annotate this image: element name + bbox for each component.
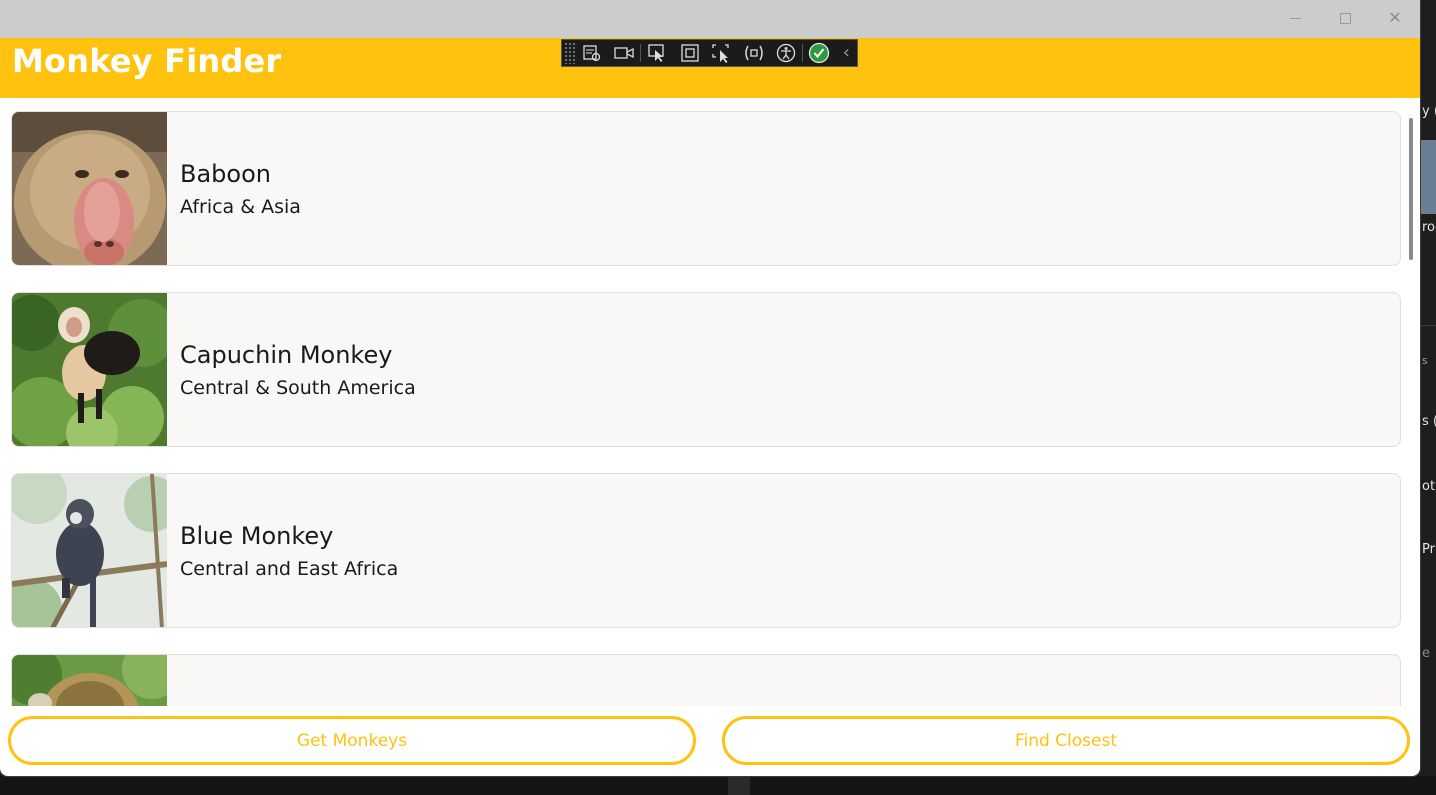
squirrel-monkey-photo xyxy=(12,655,167,706)
monkey-location: Central and East Africa xyxy=(180,558,399,580)
track-focused-element-icon xyxy=(711,43,733,63)
page-title: Monkey Finder xyxy=(12,42,282,80)
close-icon: ✕ xyxy=(1388,8,1402,27)
background-text: s ( xyxy=(1422,414,1436,429)
background-text: ot xyxy=(1422,479,1436,494)
accessibility-button[interactable] xyxy=(770,40,802,66)
video-camera-icon xyxy=(613,45,635,61)
xaml-debug-toolbar: ‹ xyxy=(561,39,858,67)
monkey-card[interactable]: Blue Monkey Central and East Africa xyxy=(11,473,1401,628)
minimize-icon xyxy=(1289,17,1301,19)
background-text: y ( xyxy=(1422,104,1436,119)
display-layout-adorners-icon xyxy=(680,43,700,63)
background-text: s xyxy=(1422,354,1428,367)
monkey-location: Africa & Asia xyxy=(180,196,301,218)
record-button[interactable] xyxy=(608,40,640,66)
monkey-name: Capuchin Monkey xyxy=(180,341,393,369)
background-text: e xyxy=(1422,646,1430,661)
minimize-button[interactable] xyxy=(1270,0,1320,36)
live-visual-tree-icon xyxy=(582,44,602,62)
select-element-icon xyxy=(647,43,667,63)
toolbar-grip[interactable] xyxy=(564,42,576,64)
monkey-location: Central & South America xyxy=(180,377,416,399)
background-bar xyxy=(728,776,750,795)
monkey-name: Blue Monkey xyxy=(180,522,334,550)
monkey-card[interactable]: Capuchin Monkey Central & South America xyxy=(11,292,1401,447)
monkey-name: Baboon xyxy=(180,160,271,188)
maximize-icon xyxy=(1339,12,1351,24)
maximize-button[interactable] xyxy=(1320,0,1370,36)
collapse-toolbar-button[interactable]: ‹ xyxy=(836,40,857,66)
background-text: roc xyxy=(1422,220,1436,235)
hot-reload-status-button[interactable] xyxy=(803,40,835,66)
find-closest-button[interactable]: Find Closest xyxy=(722,716,1410,765)
background-text: Pr xyxy=(1422,542,1435,557)
select-element-button[interactable] xyxy=(641,40,673,66)
title-bar[interactable]: ✕ xyxy=(0,0,1420,38)
app-window: ✕ Monkey Finder Baboon Africa & Asia Cap… xyxy=(0,0,1420,776)
monkey-list[interactable]: Baboon Africa & Asia Capuchin Monkey Cen… xyxy=(0,98,1420,706)
live-visual-tree-button[interactable] xyxy=(576,40,608,66)
blue-monkey-photo xyxy=(12,474,167,627)
check-icon xyxy=(808,42,830,64)
monkey-card[interactable] xyxy=(11,654,1401,706)
background-thumbnail xyxy=(1420,140,1436,214)
close-button[interactable]: ✕ xyxy=(1370,0,1420,36)
baboon-photo xyxy=(12,112,167,265)
list-scrollbar[interactable] xyxy=(1409,118,1413,260)
background-ide-panel: y ( roc s s ( ot Pr e xyxy=(1420,0,1436,795)
monkey-card[interactable]: Baboon Africa & Asia xyxy=(11,111,1401,266)
accessibility-icon xyxy=(776,43,796,63)
display-layout-adorners-button[interactable] xyxy=(673,40,705,66)
background-divider xyxy=(1420,325,1436,326)
binding-failures-button[interactable] xyxy=(738,40,770,66)
track-focused-element-button[interactable] xyxy=(706,40,738,66)
capuchin-photo xyxy=(12,293,167,446)
binding-failures-icon xyxy=(743,44,765,62)
chevron-left-icon: ‹ xyxy=(842,42,850,63)
background-taskbar-strip xyxy=(0,776,1436,795)
get-monkeys-button[interactable]: Get Monkeys xyxy=(8,716,696,765)
